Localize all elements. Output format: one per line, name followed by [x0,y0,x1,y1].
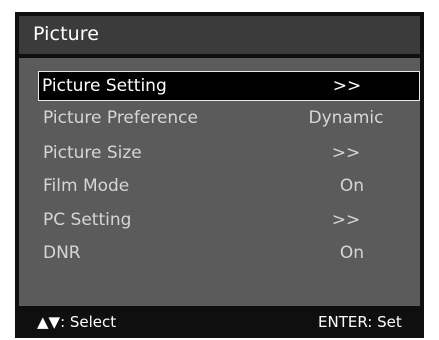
menu-item-label: Film Mode [43,176,130,196]
select-hint: ▲▼: Select [37,313,117,331]
menu-item-label: DNR [43,243,81,263]
menu-item-value: Dynamic [308,108,384,128]
menu-item-label: PC Setting [43,210,132,230]
menu-title: Picture [33,23,100,45]
osd-footer: ▲▼: Select ENTER: Set [19,308,420,334]
menu-list: Picture Setting >> Picture Preference Dy… [19,58,420,306]
menu-item-value: On [339,243,365,263]
menu-item-film-mode[interactable]: Film Mode On [37,171,429,201]
menu-item-value: >> [332,76,362,96]
menu-item-value: On [339,176,365,196]
menu-item-value: >> [331,143,361,163]
menu-item-label: Picture Size [43,143,142,163]
menu-item-dnr[interactable]: DNR On [37,238,429,268]
menu-item-label: Picture Preference [43,108,198,128]
menu-item-value: >> [331,210,361,230]
menu-item-picture-preference[interactable]: Picture Preference Dynamic [37,103,429,133]
enter-hint: ENTER: Set [318,313,402,331]
menu-item-picture-size[interactable]: Picture Size >> [37,138,429,168]
menu-item-pc-setting[interactable]: PC Setting >> [37,205,429,235]
osd-menu-window: Picture Picture Setting >> Picture Prefe… [15,12,424,338]
menu-item-label: Picture Setting [42,76,167,96]
menu-item-picture-setting[interactable]: Picture Setting >> [38,71,420,101]
osd-header: Picture [19,16,420,54]
